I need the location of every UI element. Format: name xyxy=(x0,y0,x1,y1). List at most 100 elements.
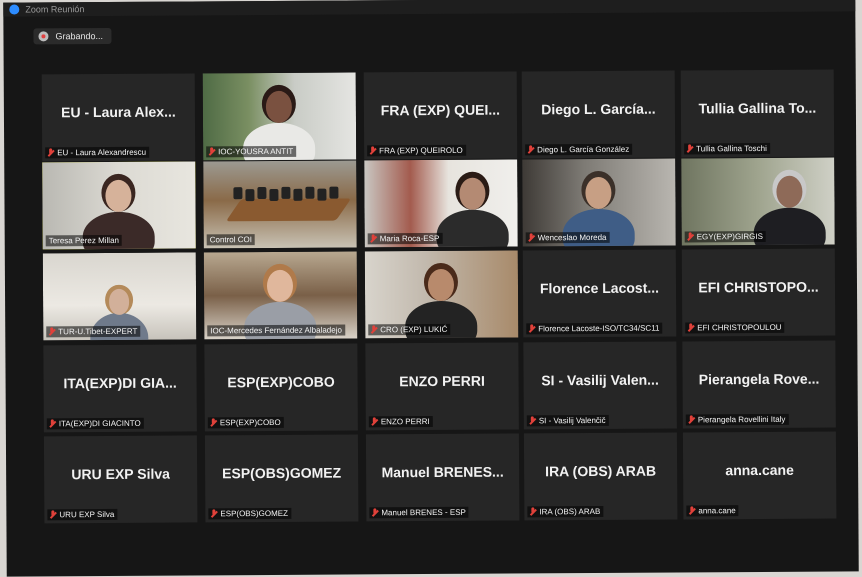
participant-tile[interactable]: Florence Lacost... Florence Lacoste-ISO/T… xyxy=(522,249,677,338)
participant-tile[interactable]: ESP(EXP)COBO ESP(EXP)COBO xyxy=(204,343,358,432)
participant-name-text: EGY(EXP)GIRGIS xyxy=(696,231,763,242)
participant-name-text: ITA(EXP)DI GIACINTO xyxy=(58,418,141,429)
participant-tile[interactable]: CRO (EXP) LUKIĆ xyxy=(364,250,519,339)
participant-display-name: ENZO PERRI xyxy=(399,372,485,390)
participant-name-text: Florence Lacoste-ISO/TC34/SC11 xyxy=(538,323,660,334)
participant-name-label: Control COI xyxy=(206,234,255,246)
participant-name-text: Control COI xyxy=(209,235,252,245)
zoom-window: Zoom Reunión Grabando... EU - Laura Alex… xyxy=(3,0,859,577)
participant-tile[interactable]: URU EXP Silva URU EXP Silva xyxy=(43,435,198,524)
participant-tile[interactable]: Wenceslao Moreda xyxy=(522,158,676,247)
participant-name-label: Florence Lacoste-ISO/TC34/SC11 xyxy=(526,322,663,335)
participant-tile[interactable]: Pierangela Rove... Pierangela Rovellini I… xyxy=(682,340,836,429)
participant-display-name: Pierangela Rove... xyxy=(698,370,820,388)
mic-muted-icon xyxy=(529,507,536,516)
participant-tile[interactable]: Maria Roca-ESP xyxy=(364,159,518,248)
window-title: Zoom Reunión xyxy=(25,4,85,15)
participant-name-label: anna.cane xyxy=(686,505,739,517)
participant-name-label: EFI CHRISTOPOULOU xyxy=(685,321,785,334)
participant-display-name: SI - Vasilij Valen... xyxy=(541,371,659,389)
participant-tile[interactable]: IOC-Mercedes Fernández Albaladejo xyxy=(203,251,358,340)
participant-name-text: Manuel BRENES - ESP xyxy=(381,507,466,518)
mic-muted-icon xyxy=(686,144,693,153)
zoom-app-icon xyxy=(9,4,20,15)
participant-tile[interactable]: FRA (EXP) QUEI... FRA (EXP) QUEIROLO xyxy=(363,71,518,160)
participant-display-name: FRA (EXP) QUEI... xyxy=(380,101,501,119)
participant-tile[interactable]: EU - Laura Alex... EU - Laura Alexandresc… xyxy=(41,73,196,162)
participant-name-label: Manuel BRENES - ESP xyxy=(369,506,469,519)
participant-name-text: ESP(EXP)COBO xyxy=(219,417,281,428)
participant-tile[interactable]: TUR-U.Tibet-EXPERT xyxy=(42,252,197,341)
participant-display-name: Florence Lacost... xyxy=(539,279,660,297)
participant-name-label: ESP(OBS)GOMEZ xyxy=(208,507,291,520)
mic-muted-icon xyxy=(527,145,534,154)
participant-tile[interactable]: ENZO PERRI ENZO PERRI xyxy=(365,342,519,431)
participant-name-text: IOC-YOUSRA ANTIT xyxy=(218,146,294,157)
mic-muted-icon xyxy=(528,324,535,333)
mic-muted-icon xyxy=(370,325,377,334)
mic-muted-icon xyxy=(210,418,217,427)
mic-muted-icon xyxy=(529,416,536,425)
participant-name-text: ESP(OBS)GOMEZ xyxy=(220,508,288,519)
mic-muted-icon xyxy=(208,147,215,156)
recording-label: Grabando... xyxy=(55,30,104,42)
participant-name-label: Wenceslao Moreda xyxy=(525,231,610,244)
recording-indicator[interactable]: Grabando... xyxy=(33,27,112,45)
participant-name-text: FRA (EXP) QUEIROLO xyxy=(379,145,463,156)
participant-tile[interactable]: Diego L. García... Diego L. García Gonzál… xyxy=(521,70,676,159)
participant-name-label: Maria Roca-ESP xyxy=(367,232,443,245)
window-titlebar: Zoom Reunión xyxy=(3,0,856,17)
mic-muted-icon xyxy=(371,508,378,517)
participant-tile[interactable]: EFI CHRISTOPO... EFI CHRISTOPOULOU xyxy=(681,248,836,337)
participant-name-label: Diego L. García González xyxy=(525,143,633,156)
participant-name-label: EU - Laura Alexandrescu xyxy=(45,146,150,159)
participant-tile[interactable]: ESP(OBS)GOMEZ ESP(OBS)GOMEZ xyxy=(204,434,359,523)
participant-display-name: ESP(EXP)COBO xyxy=(227,373,335,391)
mic-muted-icon xyxy=(369,146,376,155)
participant-tile[interactable]: Control COI xyxy=(203,160,357,249)
mic-muted-icon xyxy=(687,232,694,241)
mic-muted-icon xyxy=(49,510,56,519)
mic-muted-icon xyxy=(210,509,217,518)
mic-muted-icon xyxy=(49,419,56,428)
participant-tile[interactable]: SI - Vasilij Valen... SI - Vasilij Valenč… xyxy=(523,341,677,430)
participant-display-name: URU EXP Silva xyxy=(71,465,170,483)
participant-name-text: EU - Laura Alexandrescu xyxy=(57,147,147,158)
participant-name-text: CRO (EXP) LUKIĆ xyxy=(380,324,448,335)
participant-display-name: Diego L. García... xyxy=(541,100,656,118)
participant-name-text: Wenceslao Moreda xyxy=(537,232,607,243)
participant-display-name: IRA (OBS) ARAB xyxy=(545,462,657,480)
participant-display-name: ITA(EXP)DI GIA... xyxy=(63,374,177,392)
participant-name-label: FRA (EXP) QUEIROLO xyxy=(367,144,466,157)
participant-name-label: TUR-U.Tibet-EXPERT xyxy=(46,325,141,338)
participant-tile[interactable]: EGY(EXP)GIRGIS xyxy=(681,157,835,246)
participant-tile[interactable]: anna.cane anna.cane xyxy=(682,431,837,520)
mic-muted-icon xyxy=(370,234,377,243)
participant-name-text: SI - Vasilij Valenčič xyxy=(538,415,606,426)
participant-name-text: Maria Roca-ESP xyxy=(379,233,440,244)
participant-name-text: Tullia Gallina Toschi xyxy=(696,143,767,154)
mic-muted-icon xyxy=(687,323,694,332)
participant-display-name: EFI CHRISTOPO... xyxy=(698,278,819,296)
mic-muted-icon xyxy=(528,233,535,242)
participant-tile[interactable]: ITA(EXP)DI GIA... ITA(EXP)DI GIACINTO xyxy=(43,344,197,433)
participant-name-label: URU EXP Silva xyxy=(47,508,118,521)
mic-muted-icon xyxy=(48,327,55,336)
participant-name-label: IOC-YOUSRA ANTIT xyxy=(206,145,297,158)
participant-name-label: ITA(EXP)DI GIACINTO xyxy=(46,417,144,430)
participant-tile[interactable]: IOC-YOUSRA ANTIT xyxy=(202,72,357,161)
participant-name-text: TUR-U.Tibet-EXPERT xyxy=(58,326,138,337)
participant-name-label: Teresa Perez Millan xyxy=(45,234,122,247)
participant-name-label: ESP(EXP)COBO xyxy=(207,416,284,429)
record-icon xyxy=(38,31,49,42)
mic-muted-icon xyxy=(688,506,695,515)
participant-display-name: EU - Laura Alex... xyxy=(61,103,176,121)
participant-tile[interactable]: IRA (OBS) ARAB IRA (OBS) ARAB xyxy=(523,432,678,521)
participant-name-text: Pierangela Rovellini Italy xyxy=(697,414,786,425)
participant-display-name: Tullia Gallina To... xyxy=(698,99,817,117)
participant-display-name: anna.cane xyxy=(725,461,794,479)
participant-name-text: anna.cane xyxy=(698,506,736,516)
participant-tile[interactable]: Tullia Gallina To... Tullia Gallina Tosch… xyxy=(680,69,835,158)
participant-tile[interactable]: Manuel BRENES... Manuel BRENES - ESP xyxy=(365,433,520,522)
participant-tile[interactable]: Teresa Perez Millan xyxy=(42,161,196,250)
